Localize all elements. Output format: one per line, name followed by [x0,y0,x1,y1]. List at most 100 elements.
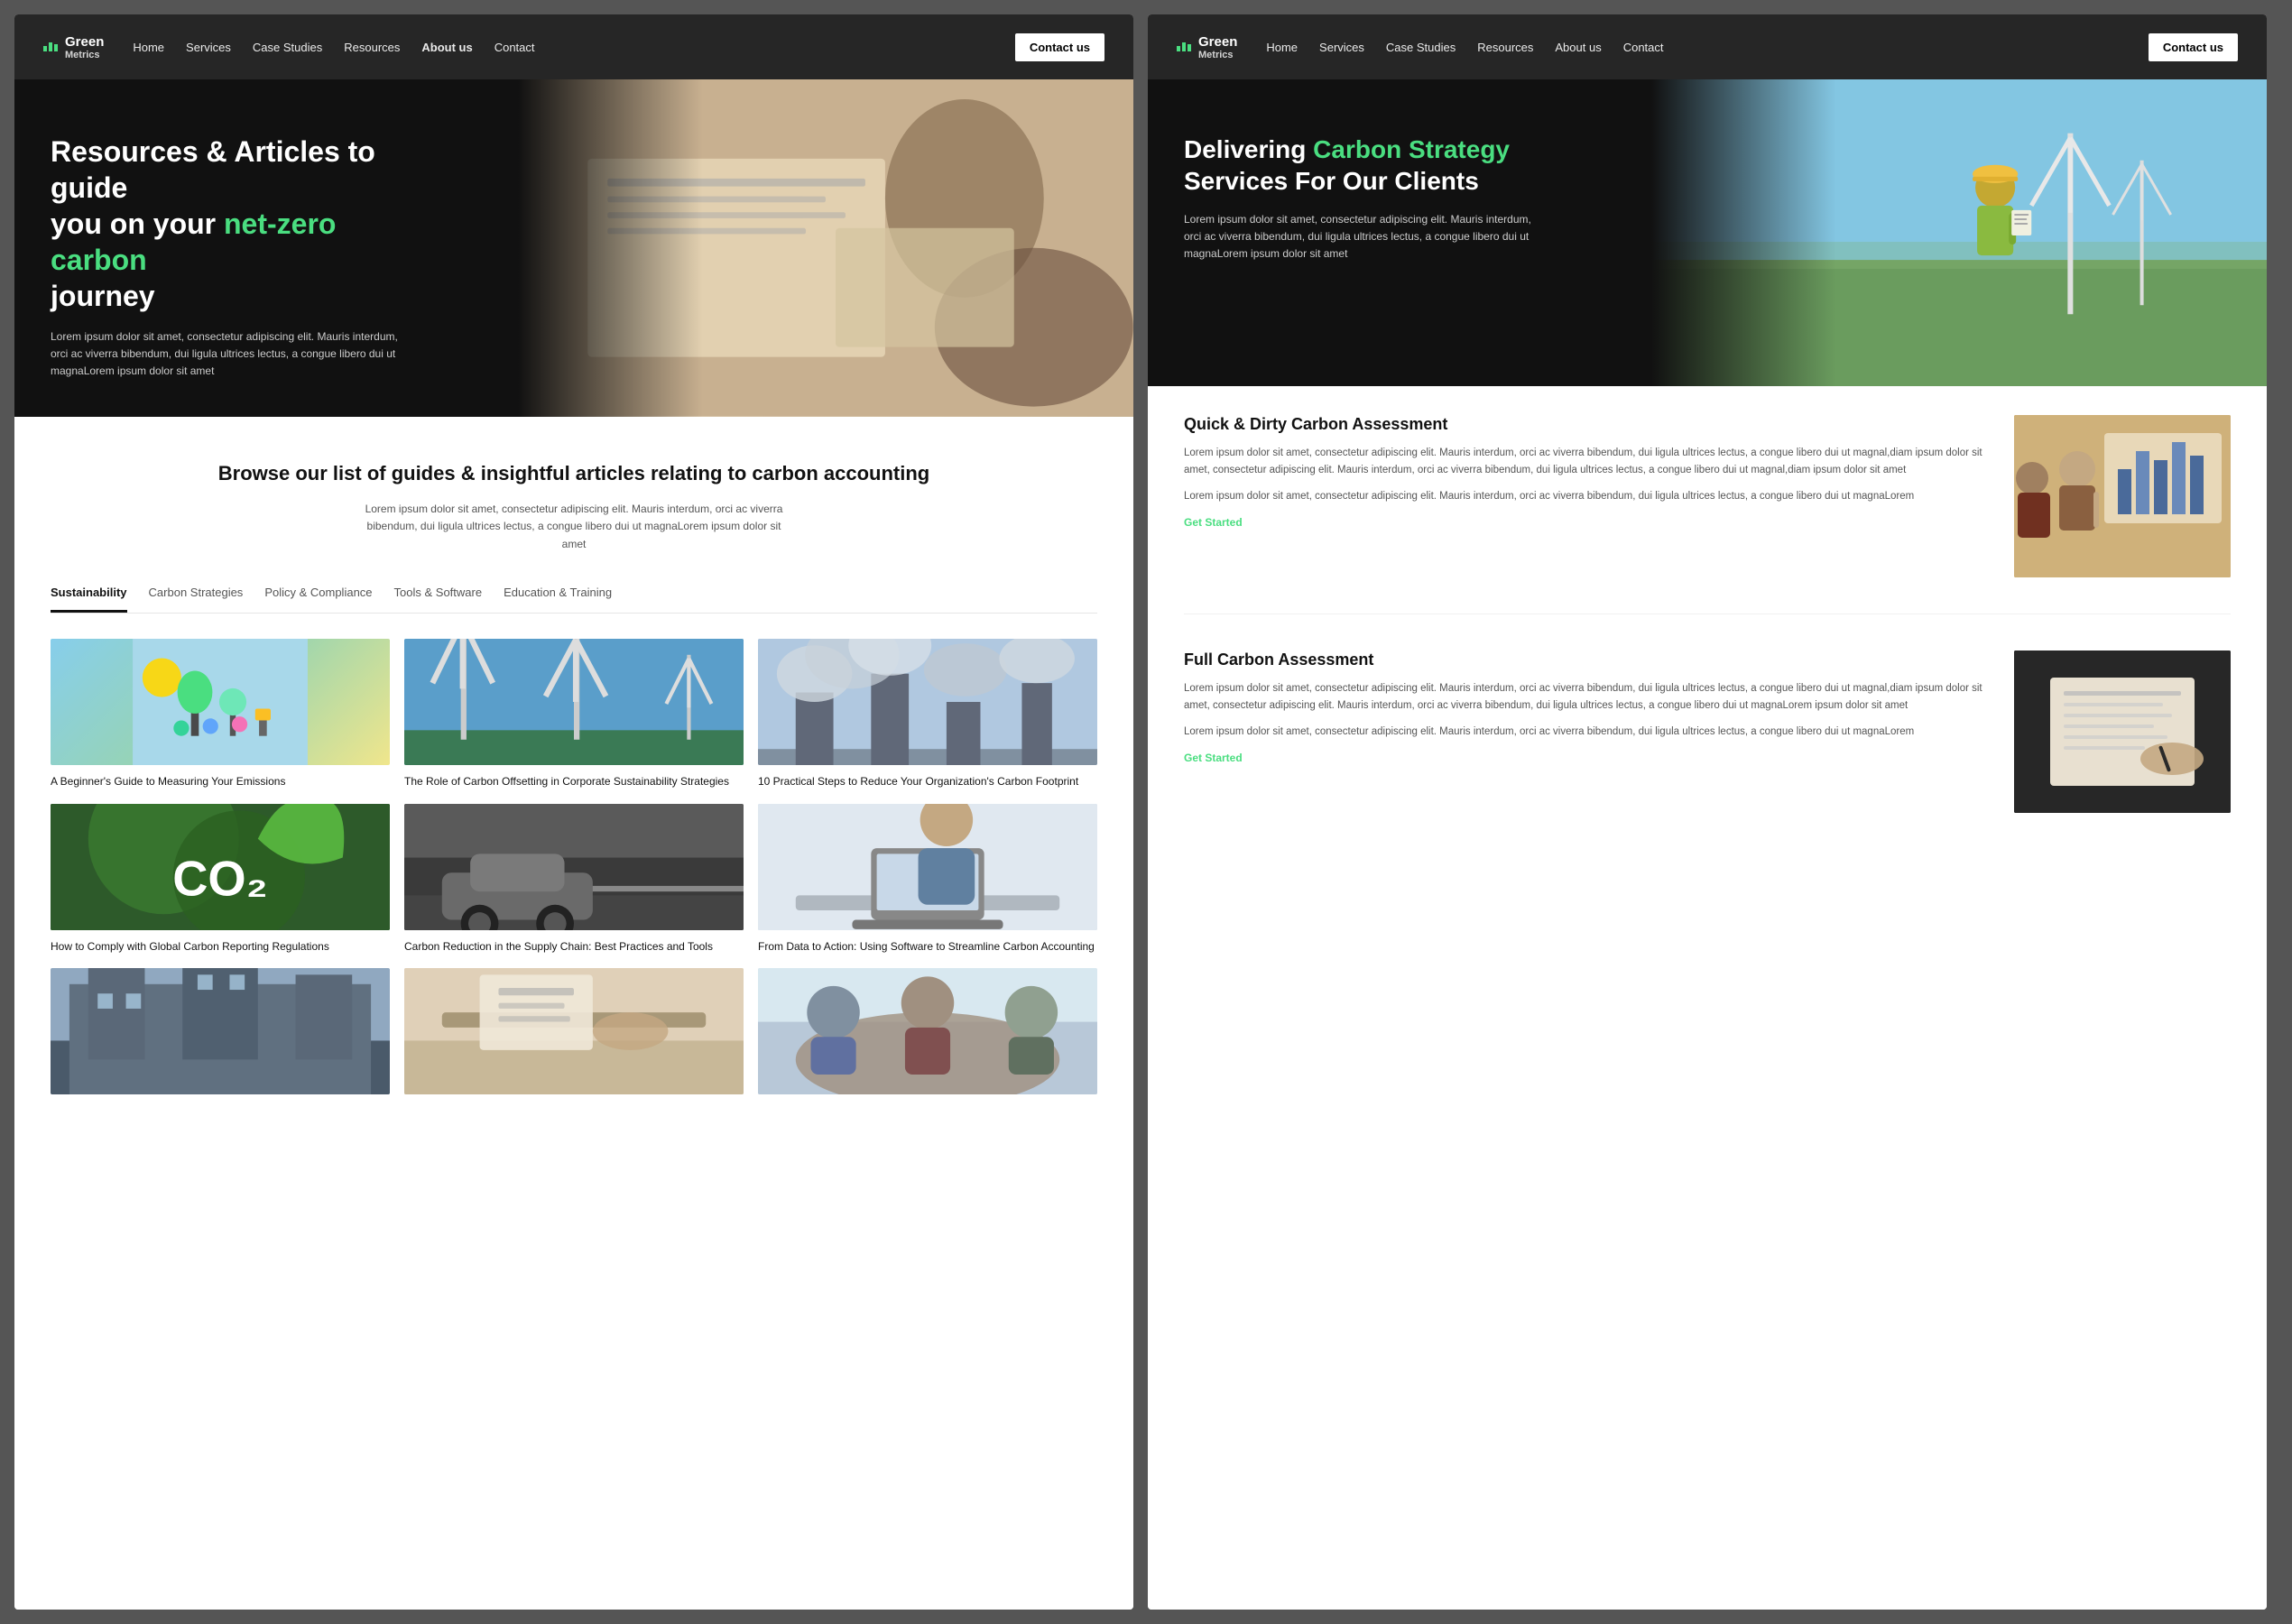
left-nav-resources[interactable]: Resources [344,41,400,54]
article-title-3: How to Comply with Global Carbon Reporti… [51,939,390,955]
article-thumb-3: CO₂ [51,804,390,930]
right-nav-links: Home Services Case Studies Resources Abo… [1266,41,2119,54]
right-nav-resources[interactable]: Resources [1477,41,1533,54]
article-card-1[interactable]: AFFORDABLE AND CLEAN ENERGY The Role of … [404,639,744,789]
right-hero-heading: Delivering Carbon Strategy Services For … [1184,134,1545,197]
left-nav-links: Home Services Case Studies Resources Abo… [133,41,985,54]
thumb-co2-icon: CO₂ [51,804,390,930]
right-logo-icon [1177,42,1191,51]
thumb-meeting-icon [758,968,1097,1094]
thumb-energy-icon: AFFORDABLE AND CLEAN ENERGY [404,639,744,765]
service-full-heading: Full Carbon Assessment [1184,651,1992,669]
tab-education-training[interactable]: Education & Training [504,575,612,613]
service-full-image-bg [2014,651,2231,813]
browse-body: Lorem ipsum dolor sit amet, consectetur … [357,501,790,553]
right-logo-name: Green [1198,34,1237,50]
tab-policy-compliance[interactable]: Policy & Compliance [264,575,372,613]
thumb-laptop-icon [758,804,1097,930]
right-nav-home[interactable]: Home [1266,41,1298,54]
left-nav-services[interactable]: Services [186,41,231,54]
left-logo-name: Green [65,34,104,50]
left-nav-contact[interactable]: Contact [494,41,535,54]
left-logo-icon [43,42,58,51]
thumb-desk-icon [404,968,744,1094]
right-nav-services[interactable]: Services [1319,41,1364,54]
right-nav-contact[interactable]: Contact [1623,41,1664,54]
article-card-0[interactable]: A Beginner's Guide to Measuring Your Emi… [51,639,390,789]
service-full-text: Full Carbon Assessment Lorem ipsum dolor… [1184,651,1992,813]
service-quick-body2: Lorem ipsum dolor sit amet, consectetur … [1184,488,1992,505]
tab-sustainability[interactable]: Sustainability [51,575,127,613]
service-quick-image [2014,415,2231,577]
left-hero-image [518,79,1133,417]
article-card-7[interactable] [404,968,744,1103]
right-contact-button[interactable]: Contact us [2149,33,2238,61]
service-full-image [2014,651,2231,813]
article-title-1: The Role of Carbon Offsetting in Corpora… [404,774,744,789]
right-nav-aboutus[interactable]: About us [1555,41,1601,54]
left-navbar: Green Metrics Home Services Case Studies… [14,14,1133,79]
left-hero-text: Resources & Articles to guide you on you… [51,134,411,381]
browse-header: Browse our list of guides & insightful a… [51,460,1097,553]
article-card-6[interactable] [51,968,390,1103]
article-thumb-6 [51,968,390,1094]
article-thumb-8 [758,968,1097,1094]
svg-text:CO₂: CO₂ [172,851,268,906]
service-quick-text: Quick & Dirty Carbon Assessment Lorem ip… [1184,415,1992,577]
article-card-2[interactable]: 10 Practical Steps to Reduce Your Organi… [758,639,1097,789]
left-content: Browse our list of guides & insightful a… [14,417,1133,1610]
left-logo-name2: Metrics [65,50,104,60]
left-panel: Green Metrics Home Services Case Studies… [14,14,1133,1610]
service-full-body1: Lorem ipsum dolor sit amet, consectetur … [1184,680,1992,715]
service-quick-cta[interactable]: Get Started [1184,516,1243,529]
article-card-4[interactable]: Carbon Reduction in the Supply Chain: Be… [404,804,744,955]
right-hero-text: Delivering Carbon Strategy Services For … [1184,134,1545,263]
left-nav-aboutus[interactable]: About us [421,41,472,54]
service-full-body2: Lorem ipsum dolor sit amet, consectetur … [1184,724,1992,741]
article-title-5: From Data to Action: Using Software to S… [758,939,1097,955]
article-card-5[interactable]: From Data to Action: Using Software to S… [758,804,1097,955]
services-section: Quick & Dirty Carbon Assessment Lorem ip… [1148,386,2267,1610]
right-hero-image [1651,79,2267,386]
article-title-0: A Beginner's Guide to Measuring Your Emi… [51,774,390,789]
article-thumb-7 [404,968,744,1094]
article-thumb-2 [758,639,1097,765]
right-navbar: Green Metrics Home Services Case Studies… [1148,14,2267,79]
thumb-sustainability-icon [51,639,390,765]
service-quick-image-bg [2014,415,2231,577]
left-hero-body: Lorem ipsum dolor sit amet, consectetur … [51,328,411,381]
right-hero: Delivering Carbon Strategy Services For … [1148,79,2267,386]
right-hero-image-bg [1651,79,2267,386]
article-title-4: Carbon Reduction in the Supply Chain: Be… [404,939,744,955]
right-logo: Green Metrics [1177,34,1237,60]
left-nav-home[interactable]: Home [133,41,164,54]
article-grid: A Beginner's Guide to Measuring Your Emi… [51,639,1097,1104]
right-panel: Green Metrics Home Services Case Studies… [1148,14,2267,1610]
article-thumb-5 [758,804,1097,930]
article-card-8[interactable] [758,968,1097,1103]
article-tabs: Sustainability Carbon Strategies Policy … [51,575,1097,614]
service-quick: Quick & Dirty Carbon Assessment Lorem ip… [1184,415,2231,614]
left-hero-heading: Resources & Articles to guide you on you… [51,134,411,314]
tab-tools-software[interactable]: Tools & Software [394,575,483,613]
tab-carbon-strategies[interactable]: Carbon Strategies [149,575,244,613]
article-thumb-4 [404,804,744,930]
right-nav-casestudies[interactable]: Case Studies [1386,41,1456,54]
thumb-car-icon [404,804,744,930]
service-full-cta[interactable]: Get Started [1184,752,1243,764]
left-hero-image-bg [518,79,1133,417]
left-nav-casestudies[interactable]: Case Studies [253,41,322,54]
right-logo-name2: Metrics [1198,50,1237,60]
article-card-3[interactable]: CO₂ How to Comply with Global Carbon Rep… [51,804,390,955]
right-hero-body: Lorem ipsum dolor sit amet, consectetur … [1184,211,1545,263]
service-full: Full Carbon Assessment Lorem ipsum dolor… [1184,651,2231,849]
left-hero: Resources & Articles to guide you on you… [14,79,1133,417]
article-title-2: 10 Practical Steps to Reduce Your Organi… [758,774,1097,789]
article-thumb-1: AFFORDABLE AND CLEAN ENERGY [404,639,744,765]
left-logo: Green Metrics [43,34,104,60]
browse-heading: Browse our list of guides & insightful a… [51,460,1097,487]
service-quick-body1: Lorem ipsum dolor sit amet, consectetur … [1184,445,1992,479]
thumb-factory-icon [51,968,390,1094]
left-contact-button[interactable]: Contact us [1015,33,1104,61]
thumb-smoke-icon [758,639,1097,765]
